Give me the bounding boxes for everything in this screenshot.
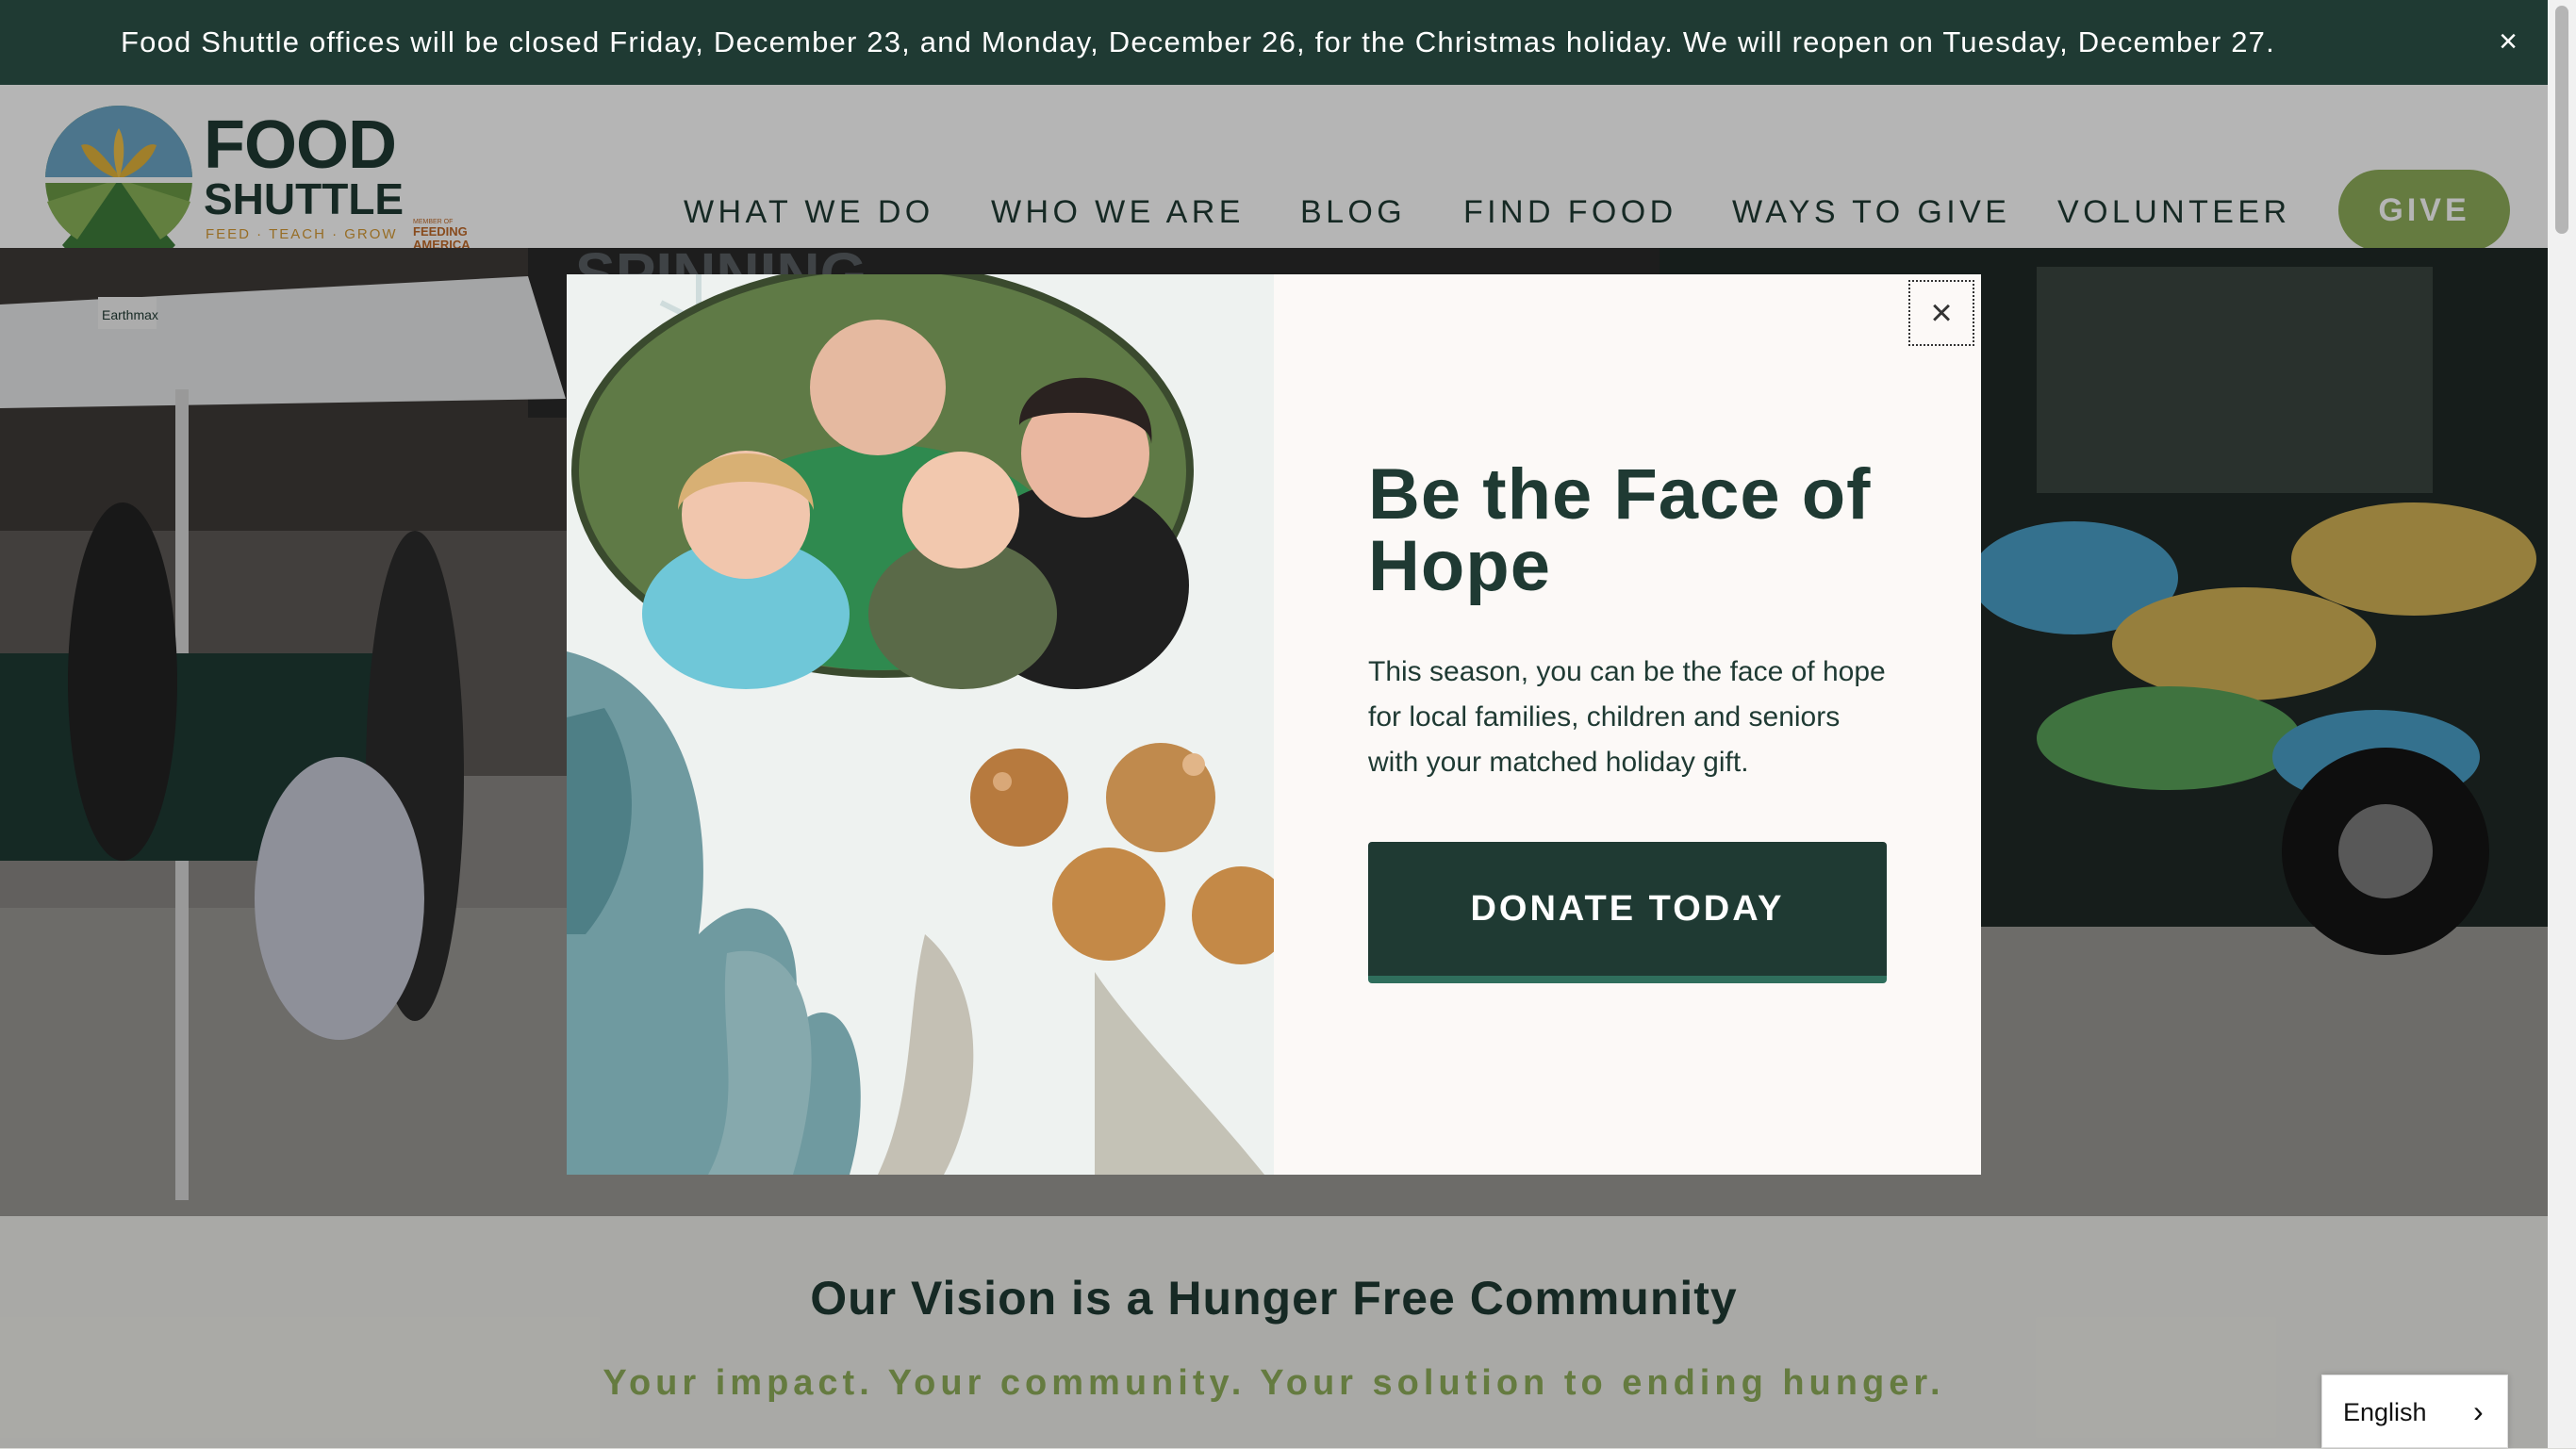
- modal-body-text: This season, you can be the face of hope…: [1368, 656, 1886, 778]
- scrollbar-thumb[interactable]: [2555, 6, 2568, 234]
- announcement-bar: Food Shuttle offices will be closed Frid…: [0, 0, 2548, 85]
- donation-modal: × Be the Face of Hope This season, you c…: [567, 274, 1981, 1175]
- announcement-text: Food Shuttle offices will be closed Frid…: [121, 25, 2275, 58]
- announcement-close-icon[interactable]: ×: [2489, 23, 2527, 60]
- language-label: English: [2343, 1398, 2427, 1426]
- chevron-right-icon: ›: [2473, 1394, 2484, 1428]
- language-selector[interactable]: English ›: [2321, 1375, 2508, 1448]
- modal-close-icon[interactable]: ×: [1908, 280, 1974, 346]
- page-scrollbar[interactable]: [2548, 0, 2576, 1448]
- donate-today-button[interactable]: DONATE TODAY: [1368, 842, 1887, 983]
- modal-family-photo: [567, 274, 1274, 1175]
- modal-heading: Be the Face of Hope: [1368, 454, 1872, 606]
